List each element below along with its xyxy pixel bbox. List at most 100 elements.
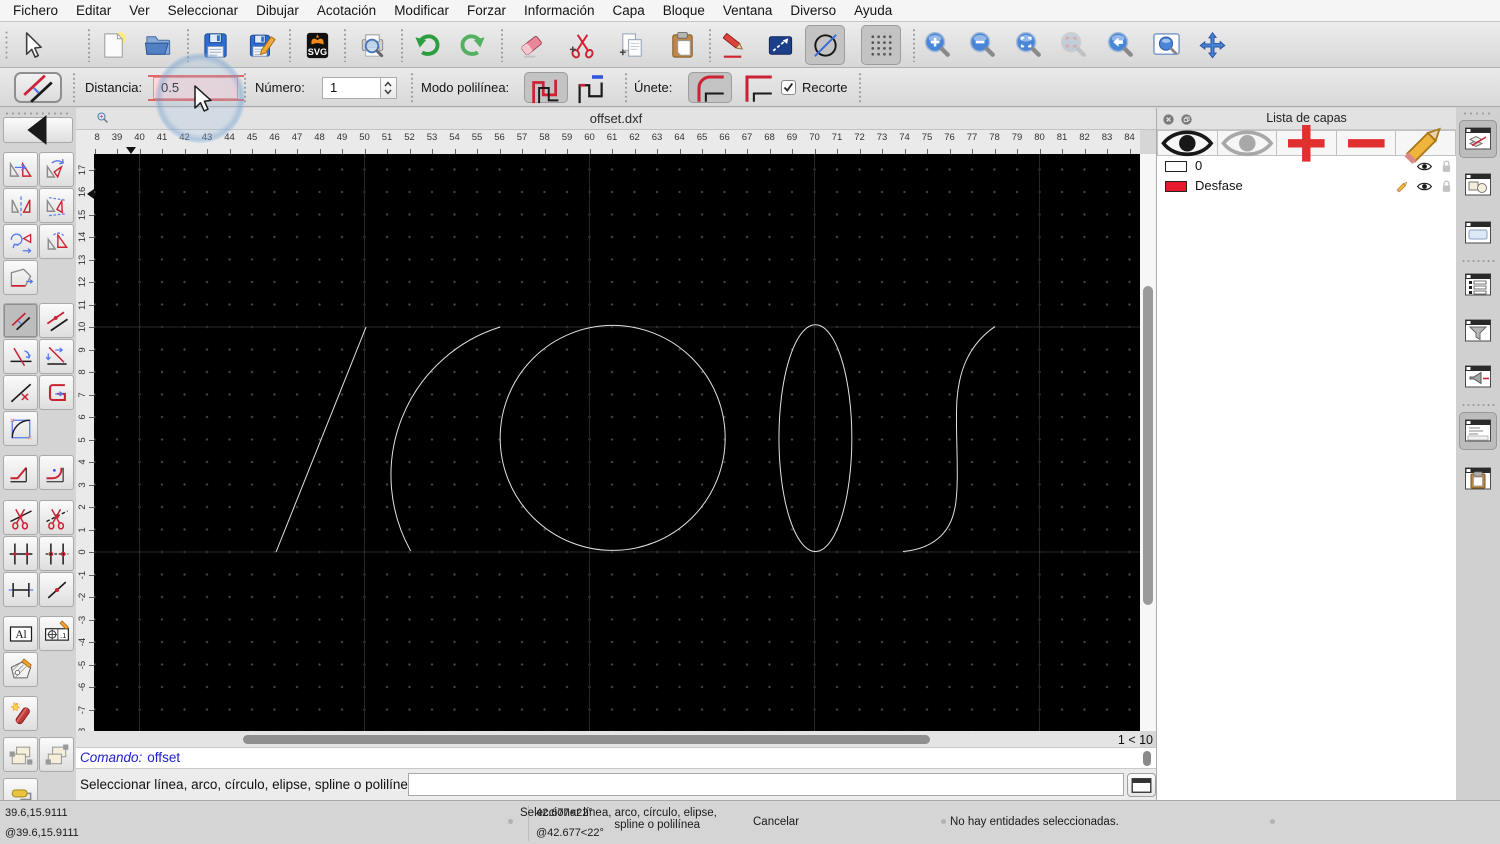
number-spinner[interactable] (381, 77, 397, 99)
edit-layer-button[interactable] (1396, 127, 1456, 164)
layer-lock-icon[interactable] (1438, 158, 1455, 175)
paste-clipboard-button[interactable] (662, 25, 702, 65)
polyline-mode-normal-button[interactable] (524, 72, 568, 103)
tool-explode-button[interactable] (3, 696, 38, 731)
tool-trim-arrow-button[interactable] (3, 339, 38, 374)
horizontal-scrollbar-thumb[interactable] (243, 735, 930, 744)
dock-megaphone-button[interactable] (1459, 358, 1497, 396)
tool-fillet-button[interactable] (39, 455, 74, 490)
dock-layer-list-button[interactable] (1459, 120, 1497, 158)
new-document-button[interactable] (93, 25, 133, 65)
menu-bloque[interactable]: Bloque (654, 3, 714, 18)
tool-hatch-edit-button[interactable] (3, 652, 38, 687)
menu-acotacion[interactable]: Acotación (308, 3, 385, 18)
tool-trim-gap-button[interactable] (39, 536, 74, 571)
svg-export-button[interactable]: SVG (297, 25, 337, 65)
tool-mirror-button[interactable] (3, 188, 38, 223)
save-file-as-button[interactable] (241, 25, 281, 65)
menu-ver[interactable]: Ver (120, 3, 158, 18)
layer-lock-icon[interactable] (1438, 178, 1455, 195)
tool-rotate-two-button[interactable] (3, 224, 38, 259)
dock-command-button[interactable] (1459, 412, 1497, 450)
tool-bevel-button[interactable] (3, 455, 38, 490)
tool-break-button[interactable] (39, 572, 74, 607)
command-input[interactable] (408, 773, 1124, 796)
menu-modificar[interactable]: Modificar (385, 3, 458, 18)
dock-block-list-button[interactable] (1459, 166, 1497, 204)
join-round-button[interactable] (688, 72, 732, 103)
tool-stretch-button[interactable] (3, 260, 38, 295)
layer-visibility-icon[interactable] (1416, 158, 1433, 175)
tool-delete-segment-button[interactable] (3, 375, 38, 410)
tool-arc-box-button[interactable] (3, 411, 38, 446)
tool-move-button[interactable] (3, 152, 38, 187)
show-all-layers-button[interactable] (1157, 130, 1218, 156)
cut-scissors-button[interactable] (562, 25, 602, 65)
dock-entity-list-button[interactable] (1459, 266, 1497, 304)
zoom-auto-button[interactable] (1008, 25, 1048, 65)
circle-slash-button[interactable] (805, 25, 845, 65)
hide-all-layers-button[interactable] (1217, 130, 1278, 156)
menu-informacion[interactable]: Información (515, 3, 604, 18)
remove-layer-button[interactable] (1336, 130, 1397, 156)
tool-divide-button[interactable] (3, 500, 38, 535)
select-rectangle-button[interactable] (760, 25, 800, 65)
tool-polyline-clamp-button[interactable] (39, 375, 74, 410)
redo-arrow-button[interactable] (452, 25, 492, 65)
tool-move-rotate-button[interactable] (39, 188, 74, 223)
tool-offset-point-button[interactable] (39, 303, 74, 338)
menu-forzar[interactable]: Forzar (458, 3, 515, 18)
tool-text-edit-button[interactable]: Al (3, 616, 38, 651)
join-sharp-button[interactable] (736, 72, 780, 103)
tool-trim-both-button[interactable] (3, 536, 38, 571)
draw-pen-button[interactable] (713, 25, 753, 65)
tool-rotate-button[interactable] (39, 152, 74, 187)
tool-offset-button[interactable] (3, 303, 38, 338)
tool-order-front-button[interactable] (3, 737, 38, 772)
add-layer-button[interactable] (1277, 124, 1337, 162)
tool-dim-edit-button[interactable]: .1 (39, 616, 74, 651)
command-scrollbar-thumb[interactable] (1143, 751, 1151, 766)
undo-arrow-button[interactable] (407, 25, 447, 65)
drawing-canvas[interactable] (94, 154, 1140, 731)
print-preview-button[interactable] (352, 25, 392, 65)
tool-order-back-button[interactable] (39, 737, 74, 772)
palette-back-button[interactable] (3, 115, 73, 145)
detach-command-button[interactable] (1127, 773, 1156, 797)
delete-eraser-button[interactable] (511, 25, 551, 65)
tool-trim-two-button[interactable] (39, 339, 74, 374)
zoom-previous-button[interactable] (1053, 25, 1093, 65)
menu-editar[interactable]: Editar (67, 3, 120, 18)
menu-seleccionar[interactable]: Seleccionar (159, 3, 248, 18)
copy-pages-button[interactable] (612, 25, 652, 65)
layer-row-0[interactable]: 0 (1157, 156, 1456, 176)
tool-scale-button[interactable] (39, 224, 74, 259)
zoom-out-button[interactable] (962, 25, 1002, 65)
cursor-arrow-button[interactable] (11, 25, 51, 65)
menu-fichero[interactable]: Fichero (4, 3, 67, 18)
menu-capa[interactable]: Capa (604, 3, 654, 18)
polyline-mode-split-button[interactable] (570, 72, 614, 103)
number-input[interactable]: 1 (322, 77, 381, 99)
zoom-window-button[interactable] (1146, 25, 1186, 65)
menu-dibujar[interactable]: Dibujar (247, 3, 308, 18)
tool-lengthen-button[interactable] (3, 572, 38, 607)
dock-clipboard-button[interactable] (1459, 460, 1497, 498)
zoom-back-button[interactable] (1100, 25, 1140, 65)
horizontal-scrollbar[interactable] (94, 731, 1140, 747)
layer-visibility-icon[interactable] (1416, 178, 1433, 195)
grid-dots-button[interactable] (861, 25, 901, 65)
open-folder-button[interactable] (138, 25, 178, 65)
trim-checkbox[interactable] (781, 79, 796, 95)
dock-filter-button[interactable] (1459, 312, 1497, 350)
layer-row-Desfase[interactable]: Desfase (1157, 176, 1456, 196)
vertical-scrollbar[interactable] (1140, 154, 1156, 731)
tool-divide-two-button[interactable] (39, 500, 74, 535)
menu-ventana[interactable]: Ventana (714, 3, 782, 18)
menu-diverso[interactable]: Diverso (781, 3, 845, 18)
vertical-scrollbar-thumb[interactable] (1143, 286, 1153, 605)
zoom-pan-button[interactable] (1192, 25, 1232, 65)
zoom-in-button[interactable] (917, 25, 957, 65)
menu-ayuda[interactable]: Ayuda (845, 3, 901, 18)
dock-library-button[interactable] (1459, 214, 1497, 252)
